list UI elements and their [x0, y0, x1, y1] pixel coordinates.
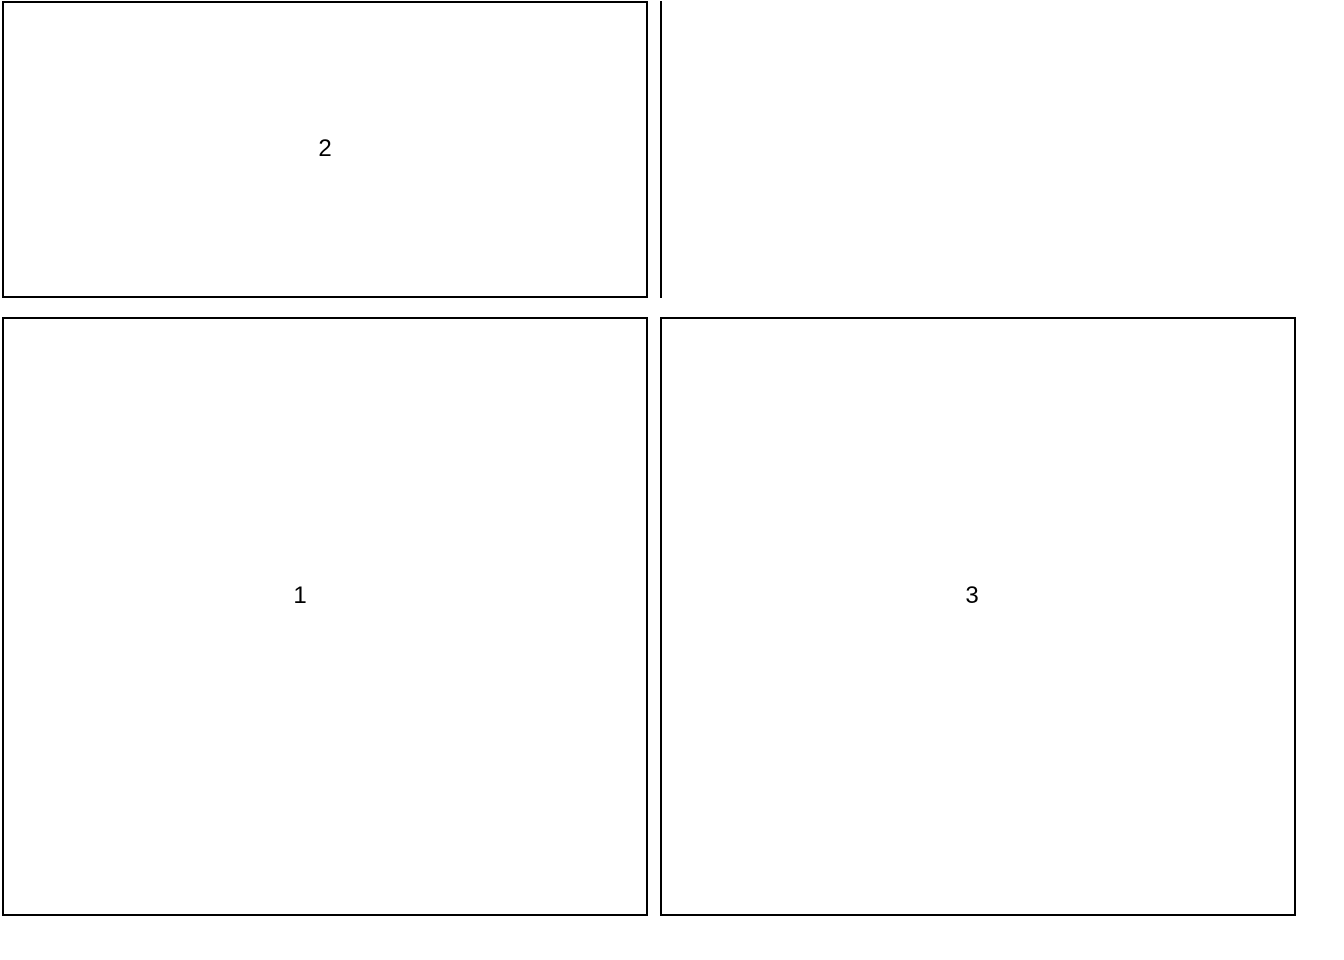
vertical-divider-top — [660, 1, 662, 298]
label-box-3: 3 — [965, 584, 978, 608]
box-3 — [660, 317, 1296, 916]
label-box-2: 2 — [318, 137, 331, 161]
box-1 — [2, 317, 648, 916]
diagram-canvas: 2 1 3 — [0, 0, 1344, 960]
label-box-1: 1 — [293, 584, 306, 608]
